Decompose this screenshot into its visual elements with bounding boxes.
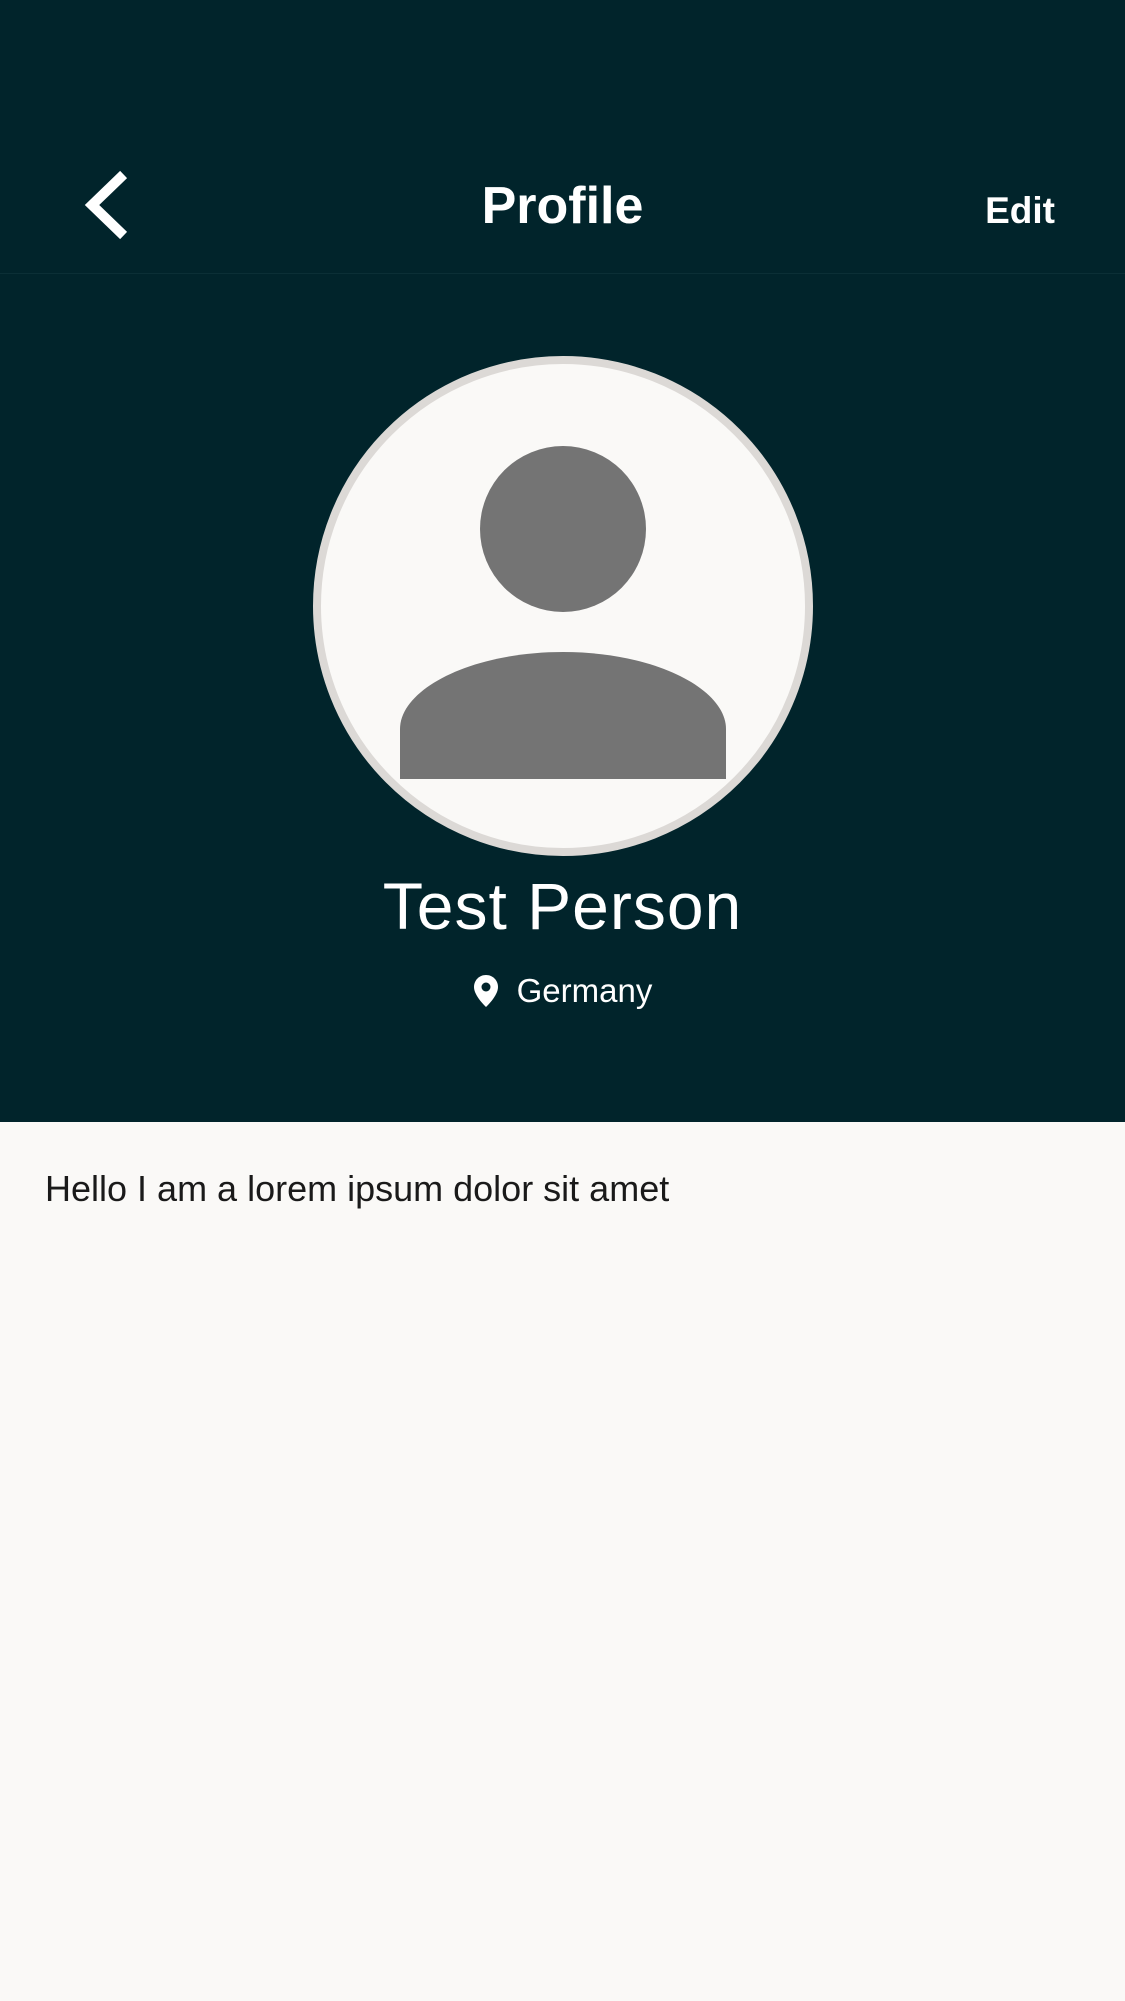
avatar[interactable] xyxy=(313,356,813,856)
top-navigation-bar: Profile Edit xyxy=(0,0,1125,274)
edit-button[interactable]: Edit xyxy=(985,186,1055,236)
profile-name: Test Person xyxy=(382,869,743,943)
profile-header: Profile Edit Test Person Germany xyxy=(0,0,1125,1122)
map-pin-icon xyxy=(473,975,498,1007)
bio-text: Hello I am a lorem ipsum dolor sit amet xyxy=(45,1168,670,1209)
person-placeholder-icon xyxy=(400,446,726,779)
location-label: Germany xyxy=(516,972,653,1009)
location-row: Germany xyxy=(0,966,1125,1016)
profile-screen: Profile Edit Test Person Germany Hello I… xyxy=(0,0,1125,2001)
page-title: Profile xyxy=(481,177,644,235)
